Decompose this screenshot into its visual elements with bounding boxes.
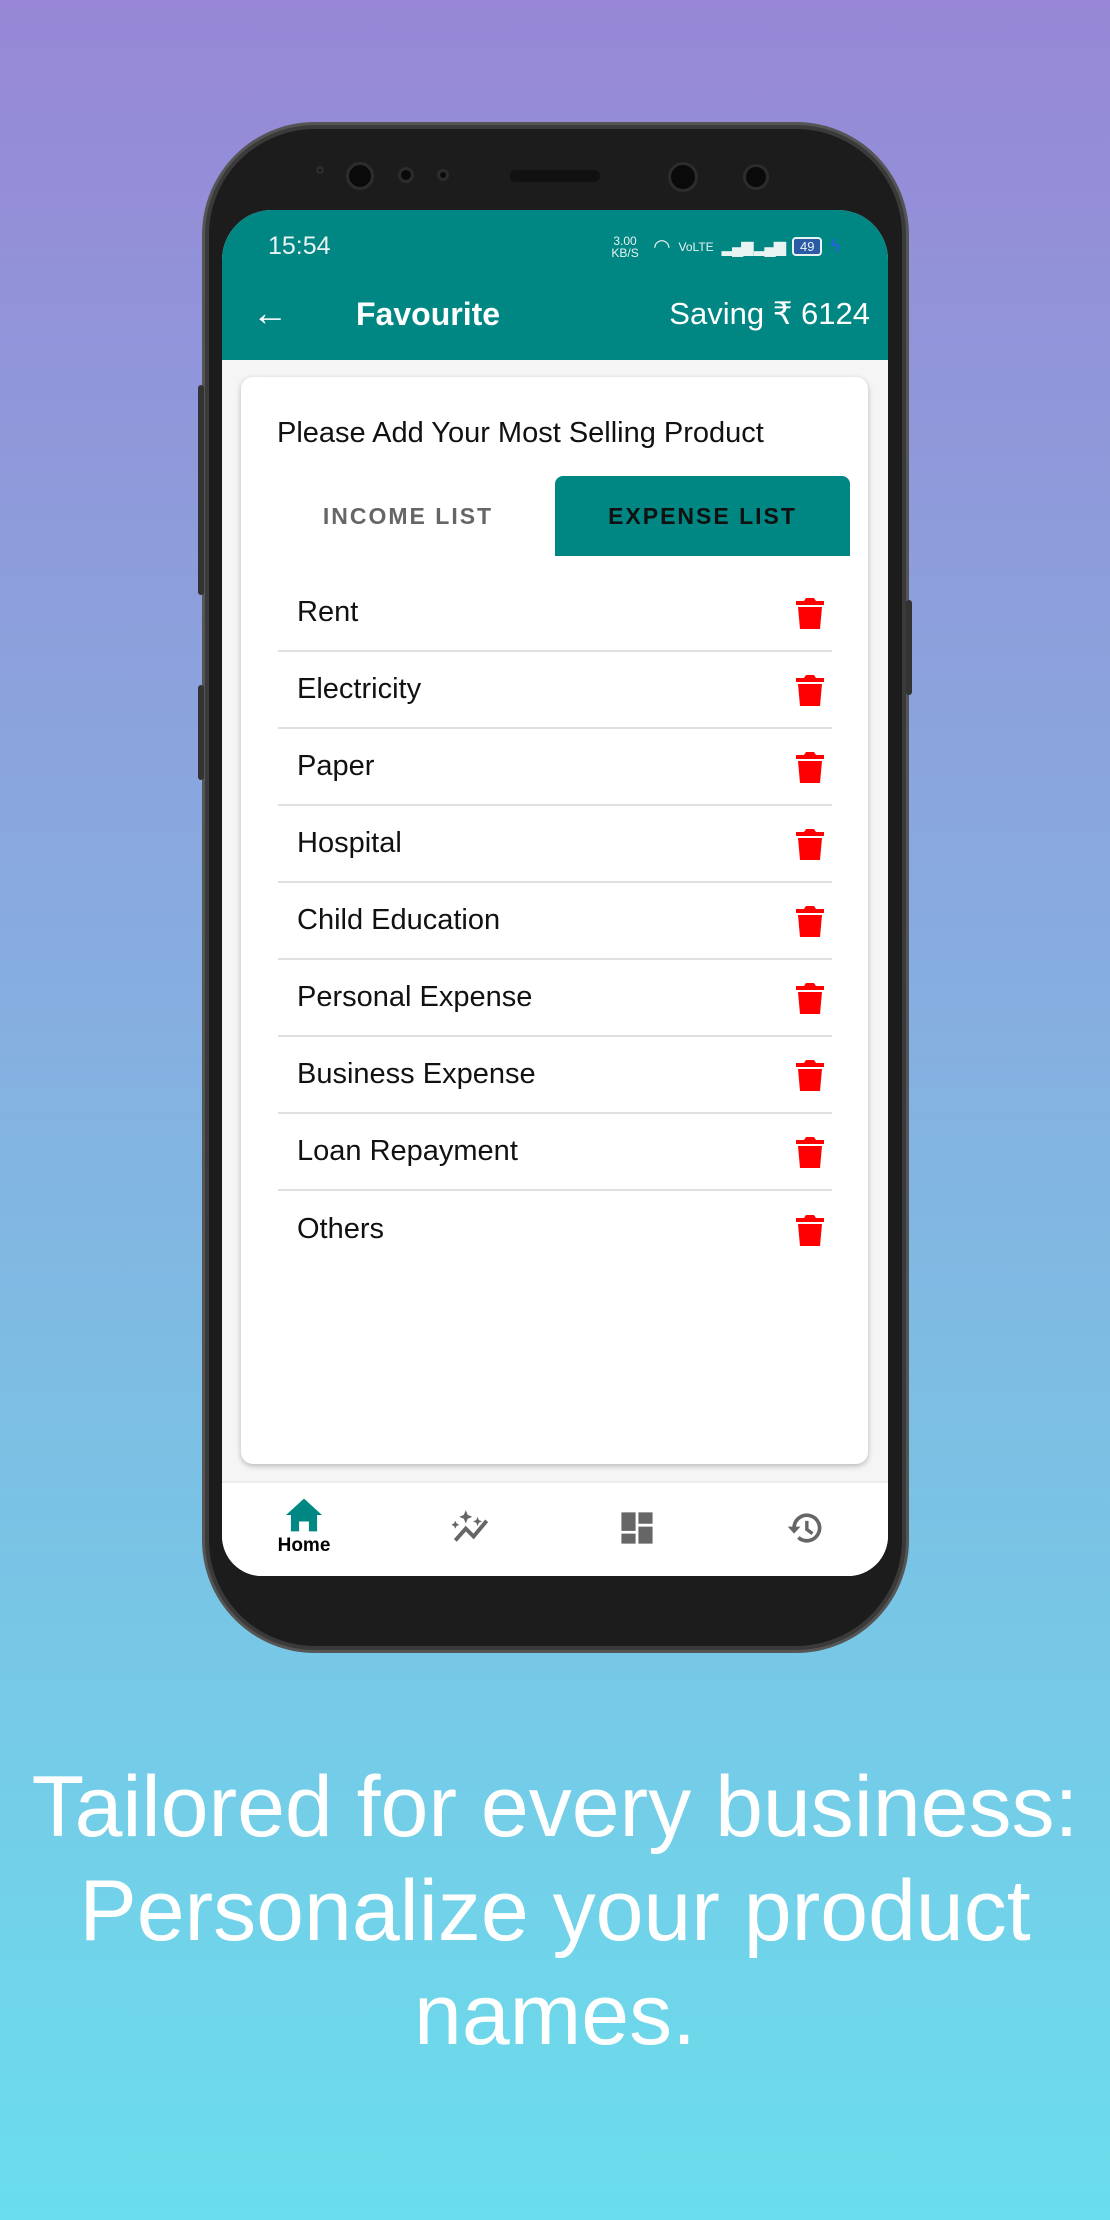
sensor (316, 166, 324, 174)
phone-power-button (906, 600, 912, 695)
sensor (398, 167, 414, 183)
signal-icon: ▂▄▆ ▂▄▆ (721, 238, 786, 256)
bottom-nav: Home (222, 1481, 888, 1576)
list-item[interactable]: Hospital (278, 806, 832, 883)
battery-icon: 49 (792, 237, 823, 256)
delete-button[interactable] (788, 1059, 832, 1091)
promo-caption: Tailored for every business: Personalize… (31, 1759, 1079, 2063)
sensor (437, 169, 449, 181)
app-bar: 15:54 3.00 KB/S ◠ VoLTE ▂▄▆ ▂▄▆ 49 ϟ ← F… (222, 210, 888, 360)
item-label: Loan Repayment (297, 1135, 518, 1167)
delete-button[interactable] (788, 905, 832, 937)
item-label: Hospital (297, 827, 402, 859)
phone-volume-button (198, 385, 204, 595)
item-label: Personal Expense (297, 981, 533, 1013)
insights-icon (451, 1510, 489, 1542)
home-icon (286, 1498, 322, 1532)
trash-icon (796, 982, 824, 1014)
dashboard-icon (621, 1512, 653, 1544)
nav-dashboard[interactable] (597, 1511, 677, 1545)
item-label: Rent (297, 596, 359, 628)
volte-icon: VoLTE (678, 239, 714, 254)
nav-history[interactable] (764, 1511, 844, 1545)
arrow-left-icon[interactable]: ← (252, 292, 288, 334)
camera (668, 162, 698, 192)
trash-icon (796, 1214, 824, 1246)
saving-amount: Saving ₹ 6124 (669, 296, 870, 331)
trash-icon (796, 597, 824, 629)
delete-button[interactable] (788, 828, 832, 860)
item-label: Others (297, 1213, 385, 1245)
nav-insights[interactable] (431, 1509, 511, 1543)
charging-icon: ϟ (830, 236, 840, 256)
tab-expense-list[interactable]: EXPENSE LIST (555, 476, 850, 556)
trash-icon (796, 751, 824, 783)
speaker (510, 170, 600, 182)
item-label: Electricity (297, 673, 422, 705)
status-time: 15:54 (268, 232, 331, 260)
camera (743, 164, 769, 190)
list-item[interactable]: Rent (278, 575, 832, 652)
delete-button[interactable] (788, 597, 832, 629)
net-speed: 3.00 KB/S (611, 233, 639, 260)
list-item[interactable]: Electricity (278, 652, 832, 729)
nav-home-label: Home (277, 1535, 331, 1556)
app-screen: 15:54 3.00 KB/S ◠ VoLTE ▂▄▆ ▂▄▆ 49 ϟ ← F… (222, 210, 888, 1576)
status-icons: 3.00 KB/S ◠ VoLTE ▂▄▆ ▂▄▆ 49 ϟ (605, 234, 840, 259)
card-subtitle: Please Add Your Most Selling Product (277, 417, 764, 449)
nav-home[interactable]: Home (264, 1497, 344, 1557)
delete-button[interactable] (788, 982, 832, 1014)
favourite-card: Please Add Your Most Selling Product INC… (241, 377, 868, 1464)
front-camera (346, 162, 374, 190)
list-item[interactable]: Child Education (278, 883, 832, 960)
wifi-icon: ◠ (653, 236, 671, 258)
list-item[interactable]: Paper (278, 729, 832, 806)
trash-icon (796, 1136, 824, 1168)
list-item[interactable]: Business Expense (278, 1037, 832, 1114)
trash-icon (796, 674, 824, 706)
delete-button[interactable] (788, 751, 832, 783)
delete-button[interactable] (788, 674, 832, 706)
list-item[interactable]: Loan Repayment (278, 1114, 832, 1191)
item-label: Business Expense (297, 1058, 536, 1090)
phone-button (198, 685, 204, 780)
delete-button[interactable] (788, 1136, 832, 1168)
trash-icon (796, 828, 824, 860)
delete-button[interactable] (788, 1214, 832, 1246)
list-item[interactable]: Personal Expense (278, 960, 832, 1037)
tab-income-list[interactable]: INCOME LIST (261, 476, 555, 556)
trash-icon (796, 1059, 824, 1091)
page-title: Favourite (356, 296, 501, 332)
history-icon (787, 1513, 822, 1543)
list-item[interactable]: Others (278, 1191, 832, 1268)
item-label: Child Education (297, 904, 501, 936)
trash-icon (796, 905, 824, 937)
item-label: Paper (297, 750, 375, 782)
